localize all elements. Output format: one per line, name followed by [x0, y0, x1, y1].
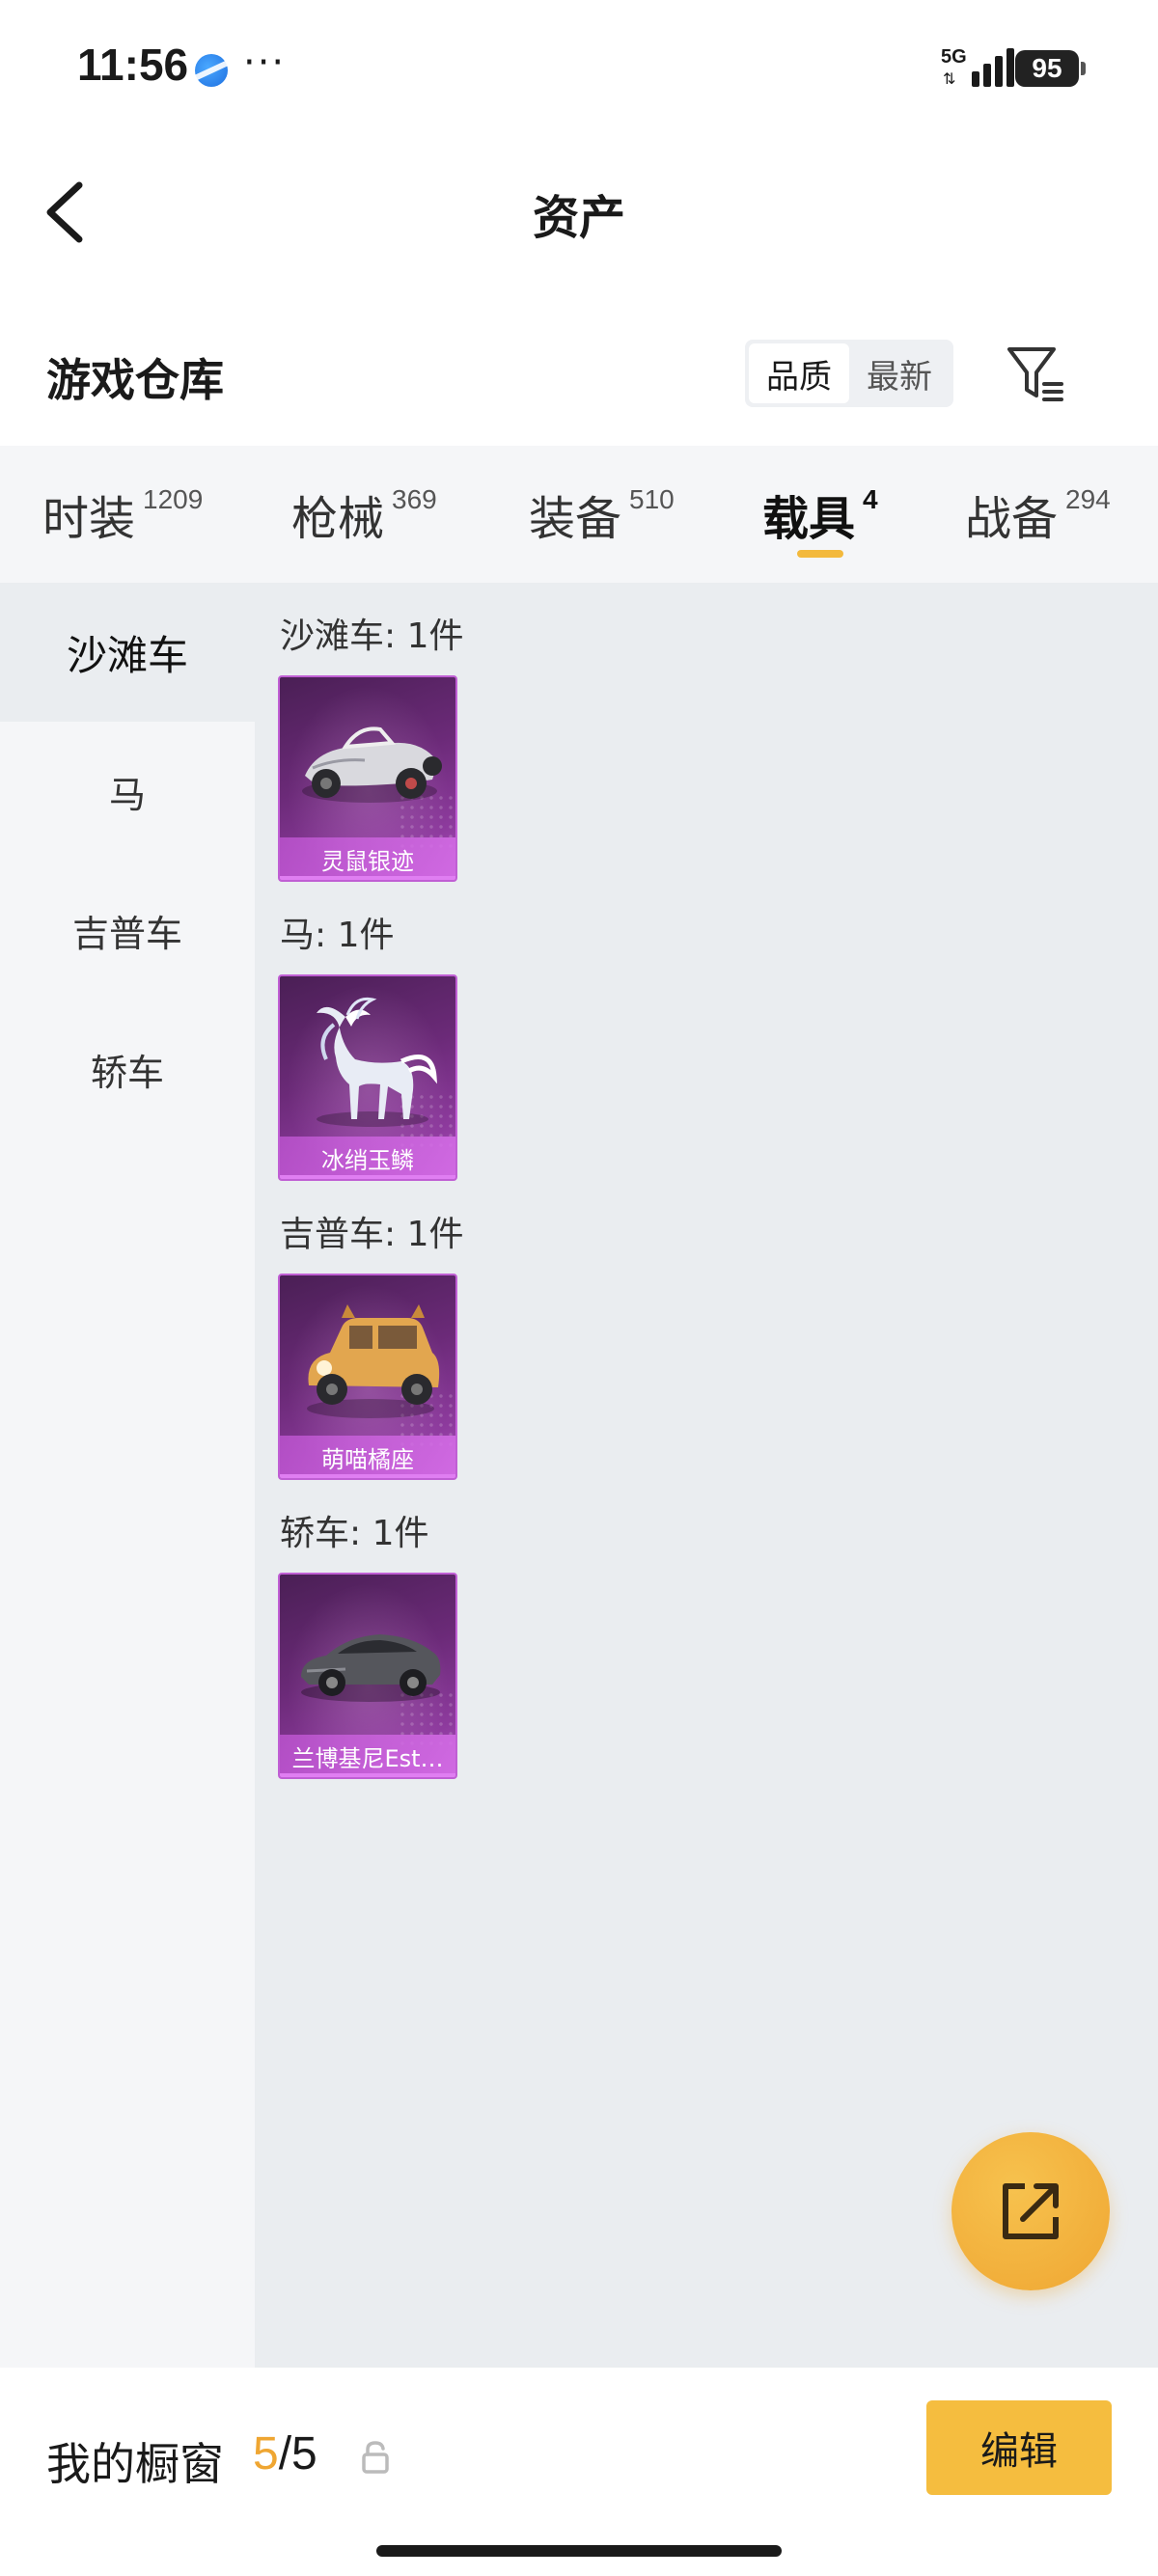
signal-bar: [1006, 48, 1014, 87]
cat-jeep-icon: [307, 1304, 440, 1418]
active-tab-indicator: [797, 550, 843, 558]
tab-label: 装备: [529, 492, 622, 546]
tab-equipment[interactable]: 装备 510: [529, 480, 675, 548]
group-title: 沙滩车: 1件: [280, 617, 464, 656]
tab-label: 战备: [965, 492, 1059, 546]
tab-count: 510: [629, 484, 675, 514]
showcase-total: /5: [278, 2428, 317, 2480]
ice-horse-icon: [317, 997, 437, 1127]
showcase-current: 5: [253, 2428, 279, 2480]
tab-count: 4: [863, 484, 878, 514]
item-name-bar: 冰绡玉鳞: [280, 1137, 455, 1179]
item-card[interactable]: 萌喵橘座: [278, 1274, 457, 1480]
sort-quality-option[interactable]: 品质: [749, 343, 849, 403]
filter-button[interactable]: [1004, 342, 1067, 405]
category-sidebar: 沙滩车 马 吉普车 轿车: [0, 583, 255, 2368]
data-arrows-icon: ⇅: [943, 69, 956, 88]
item-name: 兰博基尼Est…: [291, 1744, 444, 1772]
item-name: 萌喵橘座: [321, 1445, 414, 1473]
item-name-bar: 兰博基尼Est…: [280, 1735, 455, 1777]
item-name: 灵鼠银迹: [321, 847, 414, 875]
signal-bar: [972, 71, 979, 87]
group-title: 轿车: 1件: [280, 1514, 429, 1553]
item-card[interactable]: 冰绡玉鳞: [278, 974, 457, 1181]
tab-count: 369: [392, 484, 437, 514]
tab-count: 294: [1065, 484, 1111, 514]
group-title: 吉普车: 1件: [280, 1215, 464, 1254]
sidebar-item-buggy[interactable]: 沙滩车: [0, 583, 255, 722]
group-title: 马: 1件: [280, 916, 395, 955]
item-list: 沙滩车: 1件 灵鼠银迹 马: 1件 冰绡玉鳞 吉普车: 1件 萌喵橘座 轿车:…: [255, 583, 1158, 2368]
status-time: 11:56: [77, 40, 189, 90]
item-card[interactable]: 灵鼠银迹: [278, 675, 457, 882]
tab-weapons[interactable]: 枪械 369: [291, 480, 437, 548]
tab-fashion[interactable]: 时装 1209: [42, 480, 203, 548]
page-title: 资产: [532, 191, 625, 245]
network-type: 5G: [941, 46, 967, 68]
sort-newest-option[interactable]: 最新: [849, 343, 950, 403]
signal-bar: [995, 56, 1003, 87]
sidebar-item-horse[interactable]: 马: [0, 722, 255, 861]
filter-icon: [1007, 347, 1063, 401]
category-tabs: 时装 1209 枪械 369 装备 510 载具 4 战备 294: [0, 446, 1158, 583]
sedan-icon: [301, 1634, 441, 1702]
browser-app-icon: [195, 54, 228, 87]
home-indicator[interactable]: [376, 2545, 782, 2557]
section-title: 游戏仓库: [46, 354, 224, 406]
tab-label: 时装: [42, 492, 136, 546]
item-card[interactable]: 兰博基尼Est…: [278, 1573, 457, 1779]
edit-button[interactable]: 编辑: [926, 2400, 1112, 2495]
unlock-icon: [362, 2441, 389, 2474]
buggy-icon: [302, 726, 442, 803]
battery-indicator: 95: [1015, 50, 1086, 87]
item-name-bar: 灵鼠银迹: [280, 837, 455, 880]
more-notifications-icon: ···: [243, 41, 287, 85]
showcase-label: 我的橱窗: [46, 2438, 224, 2490]
tab-label: 载具: [762, 492, 856, 546]
share-icon: [1003, 2183, 1059, 2239]
item-name-bar: 萌喵橘座: [280, 1436, 455, 1478]
item-name: 冰绡玉鳞: [321, 1146, 414, 1174]
tab-label: 枪械: [291, 492, 385, 546]
tab-count: 1209: [143, 484, 204, 514]
sidebar-item-sedan[interactable]: 轿车: [0, 1000, 255, 1138]
signal-bar: [983, 64, 991, 87]
sort-toggle: 品质 最新: [745, 340, 953, 407]
status-bar: 11:56 ··· 5G ⇅ 95: [0, 0, 1158, 135]
share-button[interactable]: [951, 2132, 1110, 2290]
tab-supplies[interactable]: 战备 294: [965, 480, 1111, 548]
showcase-bar: 我的橱窗 5/5 编辑: [0, 2368, 1158, 2576]
tab-vehicles[interactable]: 载具 4: [762, 480, 878, 548]
sidebar-item-jeep[interactable]: 吉普车: [0, 861, 255, 1000]
showcase-count: 5/5: [253, 2427, 317, 2480]
